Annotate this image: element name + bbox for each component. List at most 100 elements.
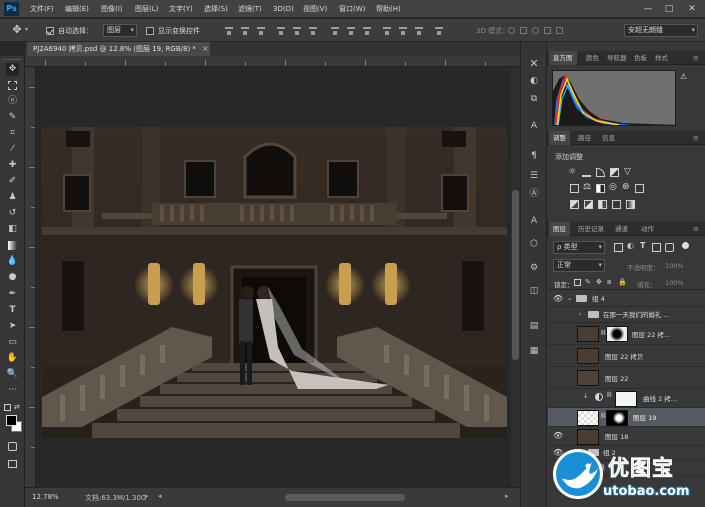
channel-mixer-icon[interactable]: ⊛ — [622, 182, 630, 192]
measurement-log-icon[interactable]: ◫ — [528, 285, 540, 297]
status-menu-arrow-icon[interactable]: ▸ — [145, 492, 149, 500]
histogram-panel-menu-icon[interactable]: ≡ — [693, 51, 699, 65]
default-colors-icon[interactable] — [4, 404, 11, 411]
posterize-icon[interactable] — [584, 200, 593, 209]
move-tool-preset-icon[interactable]: ✥ — [8, 22, 26, 38]
collapse-panels-icon[interactable]: ✕ — [528, 58, 540, 70]
color-balance-icon[interactable]: ⚖ — [583, 182, 591, 192]
tab-paths[interactable]: 路径 — [574, 131, 595, 145]
brightness-contrast-icon[interactable]: ☼ — [568, 167, 576, 177]
eraser-tool-icon[interactable]: ◧ — [6, 223, 19, 236]
tab-navigator[interactable]: 导航器 — [603, 51, 631, 65]
auto-select-target-dropdown[interactable]: 图层 — [103, 24, 137, 37]
marquee-tool-icon[interactable] — [6, 79, 19, 92]
layer-comps-icon[interactable]: ⚙ — [528, 262, 540, 274]
layer-thumbnail[interactable] — [577, 410, 599, 426]
menu-3d[interactable]: 3D(D) — [273, 4, 294, 15]
levels-icon[interactable] — [582, 168, 591, 177]
paragraph-panel-icon[interactable]: ¶ — [528, 150, 540, 162]
tab-layers[interactable]: 图层 — [549, 222, 570, 236]
brush-tool-icon[interactable]: ✐ — [6, 175, 19, 188]
filter-pixel-icon[interactable] — [614, 243, 623, 252]
align-hcenter-icon[interactable] — [292, 26, 302, 36]
layer-mask-thumbnail[interactable] — [606, 326, 628, 342]
layer-thumbnail[interactable] — [577, 348, 599, 364]
3d-pan-icon[interactable] — [532, 27, 539, 34]
pen-tool-icon[interactable]: ✒ — [6, 288, 19, 301]
layer-filter-kind-dropdown[interactable]: ρ 类型 — [553, 241, 605, 254]
notes-panel-icon[interactable]: ▤ — [528, 320, 540, 332]
black-white-icon[interactable] — [596, 184, 605, 193]
scroll-right-arrow-icon[interactable]: ▸ — [505, 492, 509, 500]
ruler-horizontal[interactable] — [25, 56, 520, 67]
align-left-icon[interactable] — [276, 26, 286, 36]
path-selection-tool-icon[interactable]: ➤ — [6, 320, 19, 333]
filter-type-icon[interactable]: T — [640, 241, 645, 250]
tab-adjustments[interactable]: 调整 — [549, 131, 570, 145]
lock-artboard-icon[interactable]: ⧈ — [607, 278, 611, 287]
menu-type[interactable]: 文字(Y) — [169, 4, 193, 15]
distribute-vcenter-icon[interactable] — [346, 26, 356, 36]
menu-filter[interactable]: 滤镜(T) — [238, 4, 262, 15]
layer-thumbnail[interactable] — [577, 370, 599, 386]
tab-histogram[interactable]: 直方图 — [549, 51, 577, 65]
color-lookup-icon[interactable] — [635, 184, 644, 193]
fill-value[interactable]: 100% — [665, 279, 684, 287]
zoom-level[interactable]: 12.78% — [32, 493, 59, 501]
distribute-bottom-icon[interactable] — [362, 26, 372, 36]
character-panel-icon[interactable]: A — [528, 120, 540, 132]
distribute-top-icon[interactable] — [330, 26, 340, 36]
3d-rotate-icon[interactable] — [508, 27, 515, 34]
horizontal-scroll-thumb[interactable] — [285, 494, 405, 501]
distribute-hcenter-icon[interactable] — [398, 26, 408, 36]
clone-source-icon[interactable]: ⧉ — [528, 93, 540, 105]
quick-mask-icon[interactable] — [6, 440, 19, 453]
scroll-left-arrow-icon[interactable]: ◂ — [158, 492, 162, 500]
eyedropper-tool-icon[interactable]: ⁄ — [6, 143, 19, 156]
layer-mask-thumbnail[interactable] — [606, 410, 628, 426]
adjustments-panel-menu-icon[interactable]: ≡ — [693, 131, 699, 145]
vertical-scroll-thumb[interactable] — [512, 190, 519, 360]
filter-smart-object-icon[interactable] — [665, 243, 674, 252]
close-document-icon[interactable]: × — [202, 42, 209, 56]
document-tab[interactable]: PJ2A6940 拷贝.psd @ 12.8% (图层 19, RGB/8) * — [27, 42, 210, 56]
lock-transparent-icon[interactable] — [574, 279, 581, 286]
shape-tool-icon[interactable]: ▭ — [6, 336, 19, 349]
show-transform-checkbox[interactable] — [146, 27, 154, 35]
opacity-value[interactable]: 100% — [665, 262, 684, 270]
crop-tool-icon[interactable]: ⌗ — [6, 127, 19, 140]
tab-channels[interactable]: 通道 — [611, 222, 632, 236]
hue-saturation-icon[interactable] — [570, 184, 579, 193]
move-tool-icon[interactable]: ✥ — [6, 63, 19, 76]
layer-expand-arrow-icon[interactable]: ⌄ — [567, 294, 572, 302]
selective-color-icon[interactable] — [612, 200, 621, 209]
ruler-vertical[interactable] — [25, 67, 36, 487]
layer-link-icon[interactable]: ⛓ — [606, 392, 612, 398]
invert-icon[interactable] — [570, 200, 579, 209]
dodge-tool-icon[interactable]: ● — [6, 271, 19, 284]
tab-info[interactable]: 信息 — [598, 131, 619, 145]
layer-collapse-arrow-icon[interactable]: › — [579, 310, 582, 318]
foreground-color-swatch[interactable] — [6, 415, 17, 426]
filter-toggle-icon[interactable] — [682, 242, 689, 249]
blend-mode-dropdown[interactable]: 正常 — [553, 259, 605, 272]
toolbar-grip[interactable] — [4, 59, 21, 61]
menu-edit[interactable]: 编辑(E) — [65, 4, 89, 15]
close-window-icon[interactable]: ✕ — [684, 2, 700, 16]
brush-presets-icon[interactable]: ◐ — [528, 75, 540, 87]
menu-help[interactable]: 帮助(H) — [376, 4, 401, 15]
auto-align-icon[interactable] — [434, 26, 444, 36]
3d-panel-icon[interactable]: ⬡ — [528, 238, 540, 250]
menu-layer[interactable]: 图层(L) — [135, 4, 158, 15]
timeline-panel-icon[interactable]: ▦ — [528, 345, 540, 357]
history-brush-tool-icon[interactable]: ↺ — [6, 207, 19, 220]
type-tool-icon[interactable]: T — [6, 304, 19, 317]
threshold-icon[interactable] — [598, 200, 607, 209]
tool-presets-icon[interactable]: A — [528, 215, 540, 227]
glyphs-panel-icon[interactable]: Ⓐ — [528, 188, 540, 200]
histogram-warning-icon[interactable]: ⚠ — [680, 72, 687, 81]
menu-file[interactable]: 文件(F) — [30, 4, 54, 15]
blur-tool-icon[interactable]: 💧 — [6, 255, 19, 268]
swap-colors-icon[interactable]: ⇄ — [14, 403, 20, 411]
healing-brush-tool-icon[interactable]: ✚ — [6, 159, 19, 172]
